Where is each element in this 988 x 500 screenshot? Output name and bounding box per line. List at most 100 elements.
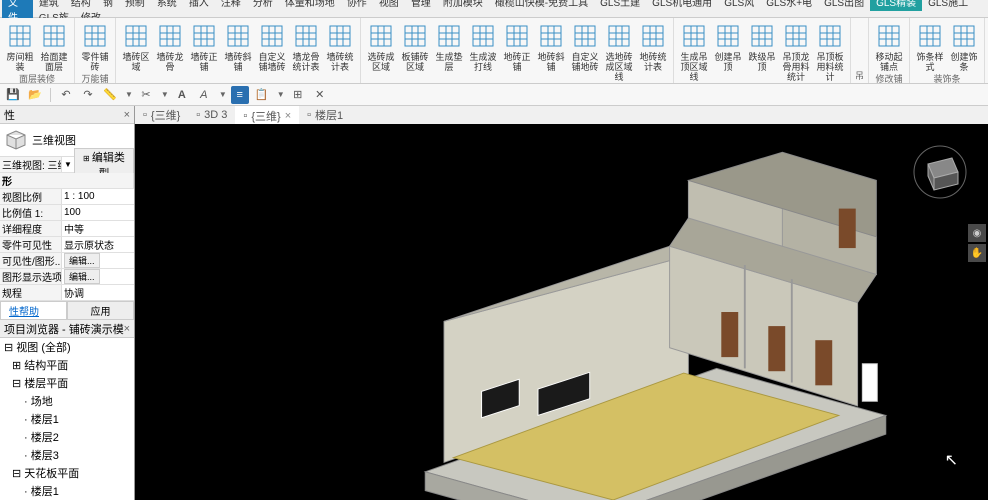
ribbon-button[interactable]: 墙砖区域 bbox=[120, 20, 152, 72]
menu-tab-18[interactable]: GLS出图 bbox=[818, 0, 870, 11]
menu-tab-17[interactable]: GLS水+电 bbox=[760, 0, 818, 11]
view-tab-close-icon[interactable]: × bbox=[285, 110, 291, 122]
property-row[interactable]: 比例值 1:100 bbox=[0, 205, 134, 221]
menu-tab-15[interactable]: GLS机电通用 bbox=[646, 0, 718, 11]
property-row[interactable]: 零件可见性显示原状态 bbox=[0, 237, 134, 253]
menu-tab-11[interactable]: 管理 bbox=[405, 0, 437, 11]
ribbon-button[interactable]: 生成波打线 bbox=[467, 20, 499, 82]
ribbon-button[interactable]: 拾面建面层 bbox=[38, 20, 70, 72]
section-icon[interactable]: ✂ bbox=[137, 86, 155, 104]
menu-tab-0[interactable]: 建筑 bbox=[33, 0, 65, 11]
property-value[interactable]: 编辑... bbox=[62, 253, 134, 268]
tree-item[interactable]: ⊟ 视图 (全部) bbox=[0, 338, 134, 356]
ribbon-button[interactable]: 墙砖斜铺 bbox=[222, 20, 254, 72]
ribbon-button[interactable]: 选砖成区域 bbox=[365, 20, 397, 82]
view-icon[interactable]: ≡ bbox=[231, 86, 249, 104]
menu-tab-8[interactable]: 体量和场地 bbox=[279, 0, 341, 11]
browser-close-icon[interactable]: × bbox=[124, 323, 130, 335]
edit-button[interactable]: 编辑... bbox=[64, 269, 100, 284]
tree-item[interactable]: ⊞ 结构平面 bbox=[0, 356, 134, 374]
view-selector[interactable]: 三维视图: 三维 bbox=[0, 157, 62, 172]
ribbon-button[interactable]: 选地砖成区域线 bbox=[603, 20, 635, 82]
menu-tab-12[interactable]: 附加模块 bbox=[437, 0, 489, 11]
ribbon-button[interactable]: 饰条样式 bbox=[914, 20, 946, 72]
property-value[interactable]: 中等 bbox=[62, 221, 134, 236]
menu-tab-5[interactable]: 插入 bbox=[183, 0, 215, 11]
tree-item[interactable]: · 楼层2 bbox=[0, 428, 134, 446]
ribbon-button[interactable]: 墙砖正铺 bbox=[188, 20, 220, 72]
menu-tab-6[interactable]: 注释 bbox=[215, 0, 247, 11]
ribbon-button[interactable]: 板铺砖区域 bbox=[399, 20, 431, 82]
pan-tool-icon[interactable]: ✋ bbox=[968, 244, 986, 262]
ribbon-button[interactable]: 创建吊顶 bbox=[712, 20, 744, 82]
ribbon-button[interactable]: 零件铺砖 bbox=[79, 20, 111, 72]
ribbon-button[interactable]: 自定义铺地砖 bbox=[569, 20, 601, 82]
ribbon-button[interactable]: 生成吊顶区域线 bbox=[678, 20, 710, 82]
menu-tab-3[interactable]: 预制 bbox=[119, 0, 151, 11]
help-link[interactable]: 性帮助 bbox=[0, 301, 67, 320]
ribbon-button[interactable]: 地砖统计表 bbox=[637, 20, 669, 82]
menu-tab-7[interactable]: 分析 bbox=[247, 0, 279, 11]
ribbon-button[interactable]: 墙砖龙骨 bbox=[154, 20, 186, 72]
menu-tab-9[interactable]: 协作 bbox=[341, 0, 373, 11]
font-icon[interactable]: A bbox=[195, 86, 213, 104]
tree-item[interactable]: · 楼层3 bbox=[0, 446, 134, 464]
paste-icon[interactable]: 📋 bbox=[253, 86, 271, 104]
menu-tab-14[interactable]: GLS土建 bbox=[594, 0, 646, 11]
viewcube[interactable] bbox=[912, 144, 968, 200]
property-value[interactable]: 100 bbox=[62, 207, 134, 218]
ribbon-button[interactable]: 生成垫层 bbox=[433, 20, 465, 82]
open-icon[interactable]: 📂 bbox=[26, 86, 44, 104]
ribbon-button[interactable]: 房间粗装 bbox=[4, 20, 36, 72]
property-row[interactable]: 视图比例1 : 100 bbox=[0, 189, 134, 205]
tree-item[interactable]: · 楼层1 bbox=[0, 482, 134, 500]
ribbon-button[interactable]: 移动起铺点 bbox=[873, 20, 905, 72]
property-row[interactable]: 图形显示选项编辑... bbox=[0, 269, 134, 285]
ribbon-button[interactable]: 自定义铺墙砖 bbox=[256, 20, 288, 72]
save-icon[interactable]: 💾 bbox=[4, 86, 22, 104]
property-label: 详细程度 bbox=[0, 221, 62, 236]
property-value[interactable]: 1 : 100 bbox=[62, 191, 134, 202]
tree-item[interactable]: ⊟ 天花板平面 bbox=[0, 464, 134, 482]
ribbon-button[interactable]: 创建饰条 bbox=[948, 20, 980, 72]
tools-icon[interactable]: ⊞ bbox=[289, 86, 307, 104]
ribbon-button[interactable]: 地砖正铺 bbox=[501, 20, 533, 82]
3d-canvas[interactable]: ◉ ✋ ↖ bbox=[135, 124, 988, 500]
close-icon[interactable]: ✕ bbox=[311, 86, 329, 104]
menu-tab-16[interactable]: GLS风 bbox=[718, 0, 760, 11]
tree-item[interactable]: · 楼层1 bbox=[0, 410, 134, 428]
property-value[interactable]: 显示原状态 bbox=[62, 237, 134, 252]
property-row[interactable]: 规程协调 bbox=[0, 285, 134, 301]
property-value[interactable]: 协调 bbox=[62, 285, 134, 300]
tree-item[interactable]: · 场地 bbox=[0, 392, 134, 410]
undo-icon[interactable]: ↶ bbox=[57, 86, 75, 104]
menu-tab-2[interactable]: 钢 bbox=[97, 0, 119, 11]
ribbon-button[interactable]: 墙龙骨统计表 bbox=[290, 20, 322, 72]
apply-button[interactable]: 应用 bbox=[67, 301, 134, 320]
menu-tab-1[interactable]: 结构 bbox=[65, 0, 97, 11]
menu-tab-20[interactable]: GLS施工 bbox=[922, 0, 974, 11]
view-tab[interactable]: ▫{三维} bbox=[135, 106, 188, 125]
nav-tool-icon[interactable]: ◉ bbox=[968, 224, 986, 242]
ribbon-button[interactable]: 跌级吊顶 bbox=[746, 20, 778, 82]
view-tab[interactable]: ▫{三维}× bbox=[235, 106, 299, 126]
ribbon-button[interactable]: 墙砖统计表 bbox=[324, 20, 356, 72]
measure-icon[interactable]: 📏 bbox=[101, 86, 119, 104]
tree-item[interactable]: ⊟ 楼层平面 bbox=[0, 374, 134, 392]
menu-tab-13[interactable]: 橄榄山快模-免费工具 bbox=[489, 0, 594, 11]
property-value[interactable]: 编辑... bbox=[62, 269, 134, 284]
menu-tab-4[interactable]: 系统 bbox=[151, 0, 183, 11]
ribbon-button[interactable]: 吊顶龙骨用料统计 bbox=[780, 20, 812, 82]
properties-close-icon[interactable]: × bbox=[124, 109, 130, 121]
edit-button[interactable]: 编辑... bbox=[64, 253, 100, 268]
ribbon-button[interactable]: 地砖斜铺 bbox=[535, 20, 567, 82]
view-tab[interactable]: ▫3D 3 bbox=[188, 107, 235, 123]
redo-icon[interactable]: ↷ bbox=[79, 86, 97, 104]
menu-tab-10[interactable]: 视图 bbox=[373, 0, 405, 11]
ribbon-button[interactable]: 吊顶板用料统计 bbox=[814, 20, 846, 82]
view-tab[interactable]: ▫楼层1 bbox=[299, 106, 351, 125]
text-icon[interactable]: A bbox=[173, 86, 191, 104]
menu-tab-19[interactable]: GLS精装 bbox=[870, 0, 922, 11]
property-row[interactable]: 详细程度中等 bbox=[0, 221, 134, 237]
property-row[interactable]: 可见性/图形...编辑... bbox=[0, 253, 134, 269]
